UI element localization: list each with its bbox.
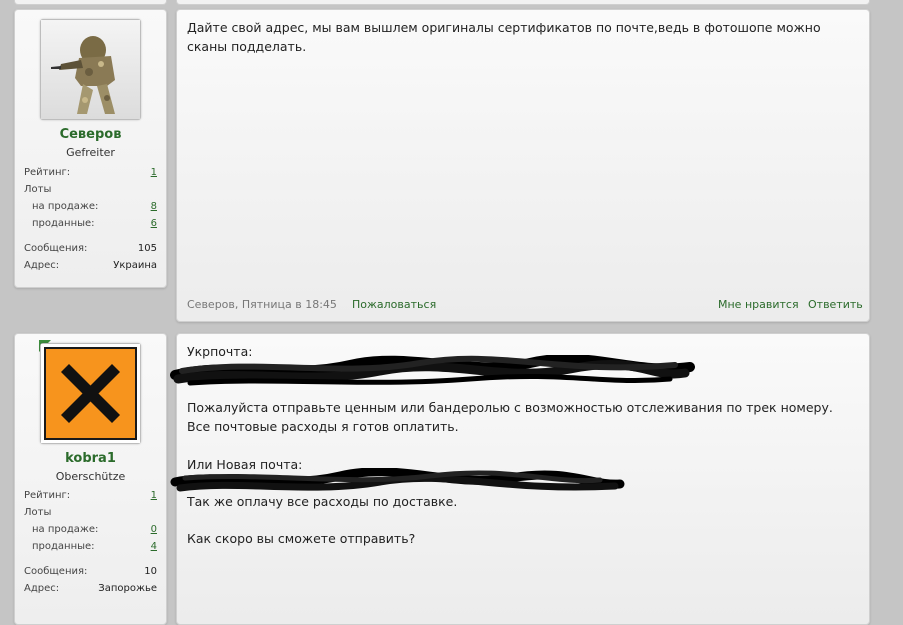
post-2-rating-label: Рейтинг:	[24, 490, 71, 501]
like-link[interactable]: Мне нравится	[718, 298, 799, 311]
post-1-on-sale-label: на продаже:	[32, 201, 99, 212]
post-1-lots-label: Лоты	[24, 184, 52, 195]
post-2-avatar[interactable]	[40, 343, 141, 444]
post-1-messages-label: Сообщения:	[24, 243, 88, 254]
post-1-sold-label: проданные:	[32, 218, 95, 229]
post-2-sold-label: проданные:	[32, 541, 95, 552]
post-2-body-line: Как скоро вы сможете отправить?	[187, 531, 416, 546]
post-2-messages-value: 10	[144, 566, 157, 577]
redaction-scribble-2	[170, 468, 625, 492]
post-2-on-sale-value[interactable]: 0	[151, 524, 157, 535]
post-1-userinfo: Северов Gefreiter Рейтинг: 1 Лоты на про…	[14, 9, 167, 288]
post-2-rating-value[interactable]: 1	[151, 490, 157, 501]
previous-message-edge	[176, 0, 870, 5]
post-1-sold-value[interactable]: 6	[151, 218, 157, 229]
post-1-rating-value[interactable]: 1	[151, 167, 157, 178]
redaction-scribble-1	[170, 355, 695, 386]
post-2-address-label: Адрес:	[24, 583, 60, 594]
post-2-lots-label: Лоты	[24, 507, 52, 518]
post-1-author-time: Северов, Пятница в 18:45	[187, 298, 337, 311]
hazard-x-avatar-icon	[41, 344, 140, 443]
post-2-body-line: Пожалуйста отправьте ценным или бандерол…	[187, 400, 833, 415]
post-1-body-line: Дайте свой адрес, мы вам вышлем оригинал…	[187, 20, 821, 35]
post-1-rating-label: Рейтинг:	[24, 167, 71, 178]
post-2-userinfo: kobra1 Oberschütze Рейтинг: 1 Лоты на пр…	[14, 333, 167, 625]
post-2-address-value: Запорожье	[98, 583, 157, 594]
post-1-address-value: Украина	[113, 260, 157, 271]
post-2-user-title: Oberschütze	[55, 470, 126, 483]
report-link[interactable]: Пожаловаться	[352, 298, 436, 311]
post-2-body-line: Все почтовые расходы я готов оплатить.	[187, 419, 459, 434]
post-2-sold-value[interactable]: 4	[151, 541, 157, 552]
post-1-body-line: сканы подделать.	[187, 39, 307, 54]
soldier-avatar-icon	[41, 20, 140, 119]
post-1-messages-value: 105	[137, 243, 157, 254]
post-2-username[interactable]: kobra1	[15, 451, 166, 466]
post-1-user-title: Gefreiter	[66, 146, 115, 159]
post-1-username[interactable]: Северов	[15, 127, 166, 142]
post-1-message: Дайте свой адрес, мы вам вышлем оригинал…	[176, 9, 870, 322]
reply-link[interactable]: Ответить	[808, 298, 863, 311]
previous-userinfo-edge	[14, 0, 167, 5]
post-1-address-label: Адрес:	[24, 260, 60, 271]
post-1-on-sale-value[interactable]: 8	[151, 201, 157, 212]
post-1-avatar[interactable]	[40, 19, 141, 120]
post-2-messages-label: Сообщения:	[24, 566, 88, 577]
post-2-on-sale-label: на продаже:	[32, 524, 99, 535]
